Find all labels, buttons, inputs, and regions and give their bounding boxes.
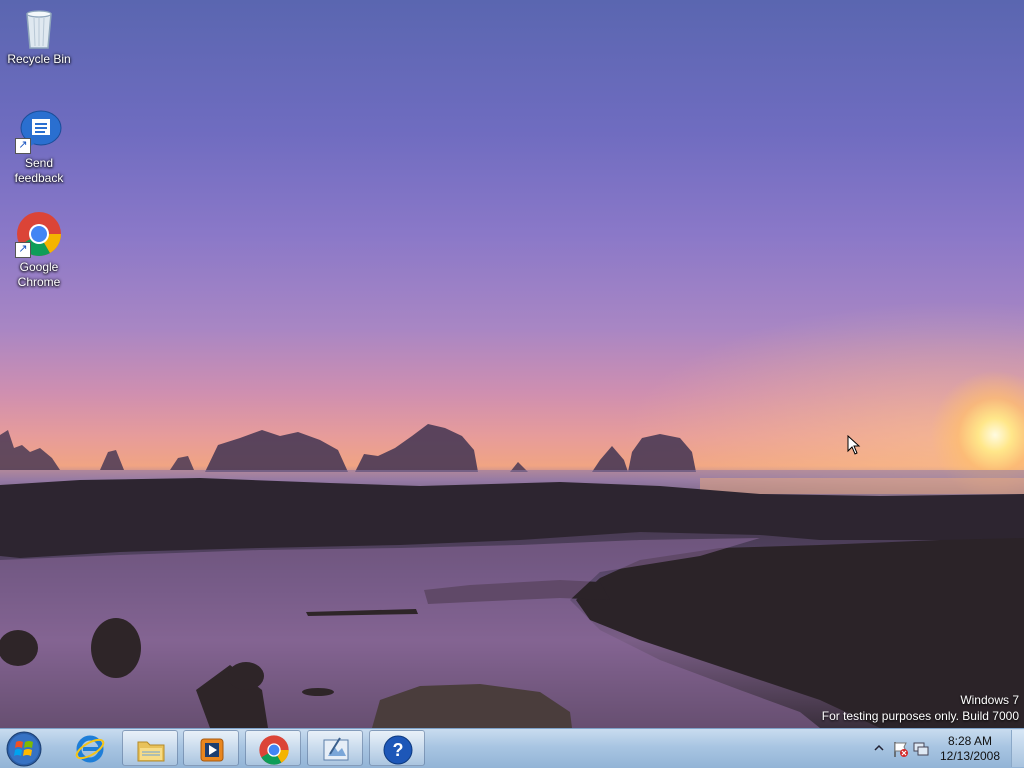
taskbar: ? 8:28 AM 12/13/2008 <box>0 728 1024 768</box>
coastline-silhouette <box>0 424 1024 728</box>
taskbar-google-chrome[interactable] <box>245 730 301 766</box>
clock-time: 8:28 AM <box>947 734 993 748</box>
taskbar-media-player[interactable] <box>183 730 239 766</box>
chrome-icon <box>259 735 289 765</box>
taskbar-windows-explorer[interactable] <box>122 730 178 766</box>
desktop-icon-label: Recycle Bin <box>7 52 71 66</box>
desktop-icon-google-chrome[interactable]: ↗ Google Chrome <box>1 210 77 290</box>
network-icon[interactable] <box>912 740 930 758</box>
system-tray: 8:28 AM 12/13/2008 <box>864 729 1024 769</box>
taskbar-help[interactable]: ? <box>369 730 425 766</box>
clock-date: 12/13/2008 <box>939 749 1001 763</box>
recycle-bin-icon <box>15 2 63 50</box>
start-button[interactable] <box>4 730 44 768</box>
watermark-build: For testing purposes only. Build 7000 <box>821 709 1019 723</box>
taskbar-clock[interactable]: 8:28 AM 12/13/2008 <box>932 734 1008 764</box>
show-hidden-icons-chevron[interactable] <box>874 743 884 753</box>
shortcut-arrow-icon: ↗ <box>15 138 31 154</box>
chrome-icon: ↗ <box>15 210 63 258</box>
show-desktop-button[interactable] <box>1011 730 1024 767</box>
help-icon: ? <box>383 735 413 765</box>
internet-explorer-icon <box>75 735 105 763</box>
desktop-icon-label: Send feedback <box>14 156 64 185</box>
watermark-title: Windows 7 <box>960 693 1019 707</box>
action-center-flag-icon[interactable] <box>892 740 910 758</box>
shortcut-arrow-icon: ↗ <box>15 242 31 258</box>
desktop-icon-label: Google Chrome <box>17 260 61 289</box>
desktop-icon-send-feedback[interactable]: ↗ Send feedback <box>1 106 77 186</box>
windows-start-icon <box>6 731 42 767</box>
folder-icon <box>137 741 165 762</box>
taskbar-paint[interactable] <box>307 730 363 766</box>
windows-build-watermark: Windows 7 For testing purposes only. Bui… <box>822 692 1019 724</box>
desktop-icon-recycle-bin[interactable]: Recycle Bin <box>1 2 77 67</box>
send-feedback-icon: ↗ <box>15 106 63 154</box>
taskbar-internet-explorer[interactable] <box>62 730 118 766</box>
desktop-wallpaper: Recycle Bin ↗ Send feedback ↗ Google Chr… <box>0 0 1024 728</box>
paint-icon <box>323 737 349 761</box>
svg-text:?: ? <box>393 740 404 760</box>
media-player-icon <box>200 738 224 762</box>
mouse-cursor-icon <box>847 435 861 455</box>
